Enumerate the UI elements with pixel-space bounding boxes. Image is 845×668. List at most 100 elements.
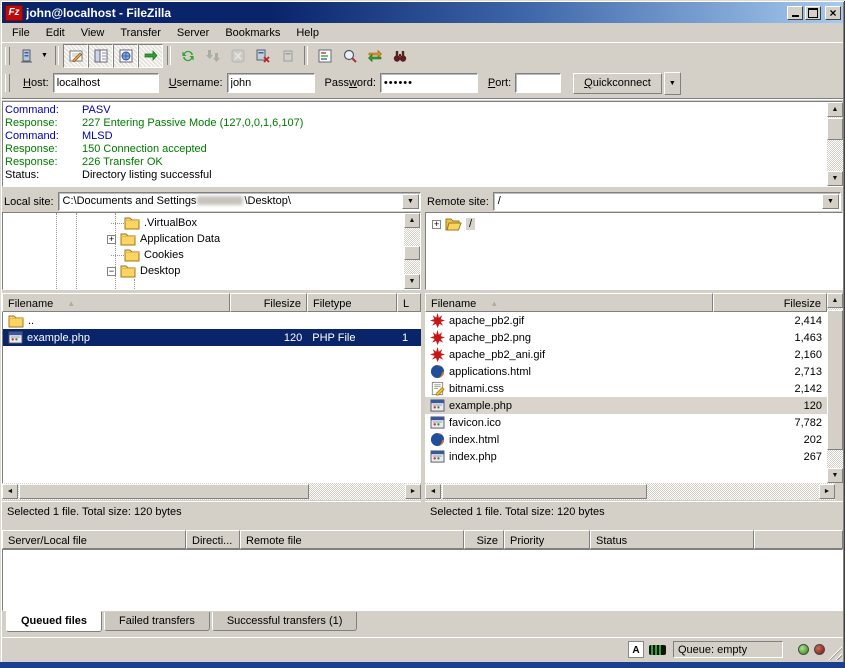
file-row[interactable]: favicon.ico 7,782 xyxy=(425,414,827,431)
file-row[interactable]: index.html 202 xyxy=(425,431,827,448)
quickconnect-dropdown[interactable]: ▼ xyxy=(664,72,681,95)
tree-item-root[interactable]: + / xyxy=(432,216,475,232)
menu-server[interactable]: Server xyxy=(169,25,217,41)
refresh-button[interactable] xyxy=(175,44,200,68)
column-header-size[interactable]: Size xyxy=(464,530,504,549)
toggle-local-tree-button[interactable] xyxy=(88,44,113,68)
file-row[interactable]: applications.html 2,713 xyxy=(425,363,827,380)
reconnect-button[interactable] xyxy=(275,44,300,68)
directory-comparison-button[interactable] xyxy=(337,44,362,68)
tab-queued-files[interactable]: Queued files xyxy=(6,611,102,632)
file-row-parent-dir[interactable]: .. xyxy=(3,312,421,329)
remote-site-combobox[interactable]: / ▼ xyxy=(493,192,841,211)
quickconnect-grip[interactable] xyxy=(5,74,10,92)
filezilla-app-icon[interactable]: Fz xyxy=(5,5,23,21)
file-size: 202 xyxy=(804,434,822,446)
remote-list-scrollbar[interactable]: ▲ ▼ xyxy=(827,293,843,483)
queue-status-text: Queue: empty xyxy=(678,644,747,656)
column-header-priority[interactable]: Priority xyxy=(504,530,590,549)
sort-ascending-icon: ▲ xyxy=(67,299,75,308)
process-queue-button[interactable] xyxy=(200,44,225,68)
column-header-filename[interactable]: Filename▲ xyxy=(425,293,713,312)
scroll-left-icon[interactable]: ◄ xyxy=(425,484,441,499)
scroll-right-icon[interactable]: ► xyxy=(819,484,835,499)
tree-item-cookies[interactable]: Cookies xyxy=(111,247,184,263)
tree-item-virtualbox[interactable]: .VirtualBox xyxy=(111,215,197,231)
speed-limits-icon[interactable] xyxy=(649,645,666,655)
username-input[interactable] xyxy=(227,73,315,93)
port-input[interactable] xyxy=(515,73,561,93)
menu-edit[interactable]: Edit xyxy=(38,25,73,41)
scroll-right-icon[interactable]: ► xyxy=(405,484,421,499)
remote-hscrollbar-thumb[interactable] xyxy=(442,484,647,499)
file-row[interactable]: bitnami.css 2,142 xyxy=(425,380,827,397)
column-header-filetype[interactable]: Filetype xyxy=(307,293,397,312)
title-bar[interactable]: Fz john@localhost - FileZilla × xyxy=(2,2,843,23)
chevron-down-icon[interactable]: ▼ xyxy=(822,194,839,209)
tab-failed-transfers[interactable]: Failed transfers xyxy=(104,612,210,631)
log-scrollbar-thumb[interactable] xyxy=(827,118,843,140)
find-files-button[interactable] xyxy=(387,44,412,68)
toggle-remote-tree-button[interactable] xyxy=(113,44,138,68)
column-header-filesize[interactable]: Filesize xyxy=(230,293,307,312)
menu-transfer[interactable]: Transfer xyxy=(112,25,169,41)
scroll-up-icon[interactable]: ▲ xyxy=(404,213,420,228)
scroll-up-icon[interactable]: ▲ xyxy=(827,102,843,117)
column-header-filesize[interactable]: Filesize xyxy=(713,293,827,312)
file-row-example-php[interactable]: example.php 120 PHP File 1 xyxy=(3,329,421,346)
minimize-button[interactable] xyxy=(787,6,803,20)
column-header-filename[interactable]: Filename▲ xyxy=(2,293,230,312)
disconnect-button[interactable] xyxy=(250,44,275,68)
tree-item-desktop[interactable]: − Desktop xyxy=(107,263,180,279)
file-row[interactable]: apache_pb2.gif 2,414 xyxy=(425,312,827,329)
file-row[interactable]: apache_pb2_ani.gif 2,160 xyxy=(425,346,827,363)
directory-filters-button[interactable] xyxy=(312,44,337,68)
remote-list-hscrollbar[interactable]: ◄ ► xyxy=(425,483,835,500)
menu-bookmarks[interactable]: Bookmarks xyxy=(217,25,288,41)
file-row[interactable]: index.php 267 xyxy=(425,448,827,465)
quickconnect-button[interactable]: Quickconnect xyxy=(573,73,662,94)
column-header-last-modified[interactable]: L xyxy=(397,293,421,312)
column-header-server-local-file[interactable]: Server/Local file xyxy=(2,530,186,549)
menu-help[interactable]: Help xyxy=(288,25,327,41)
transfer-queue-list[interactable] xyxy=(2,549,843,611)
remote-list-scrollbar-thumb[interactable] xyxy=(827,310,843,450)
local-tree-scrollbar-thumb[interactable] xyxy=(404,246,420,260)
local-hscrollbar-thumb[interactable] xyxy=(19,484,309,499)
toggle-transfer-queue-button[interactable] xyxy=(138,44,163,68)
scroll-down-icon[interactable]: ▼ xyxy=(404,274,420,289)
chevron-down-icon[interactable]: ▼ xyxy=(402,194,419,209)
column-header-status[interactable]: Status xyxy=(590,530,754,549)
file-row[interactable]: apache_pb2.png 1,463 xyxy=(425,329,827,346)
column-header-direction[interactable]: Directi... xyxy=(186,530,240,549)
password-input[interactable] xyxy=(380,73,478,93)
column-header-remote-file[interactable]: Remote file xyxy=(240,530,464,549)
local-site-combobox[interactable]: C:\Documents and Settings\Desktop\ ▼ xyxy=(58,192,421,211)
scroll-up-icon[interactable]: ▲ xyxy=(827,293,843,308)
close-button[interactable]: × xyxy=(825,6,841,20)
tree-expand-icon[interactable]: + xyxy=(432,220,441,229)
local-list-hscrollbar[interactable]: ◄ ► xyxy=(2,483,421,500)
menu-view[interactable]: View xyxy=(73,25,113,41)
file-row-example-php[interactable]: example.php 120 xyxy=(425,397,827,414)
toggle-message-log-button[interactable] xyxy=(63,44,88,68)
menu-file[interactable]: File xyxy=(4,25,38,41)
log-scrollbar[interactable]: ▲ ▼ xyxy=(827,102,843,186)
cancel-operation-button[interactable] xyxy=(225,44,250,68)
tab-successful-transfers[interactable]: Successful transfers (1) xyxy=(212,612,358,631)
tree-item-application-data[interactable]: + Application Data xyxy=(107,231,220,247)
site-manager-dropdown[interactable]: ▼ xyxy=(38,45,51,67)
scroll-down-icon[interactable]: ▼ xyxy=(827,468,843,483)
scroll-down-icon[interactable]: ▼ xyxy=(827,171,843,186)
tree-collapse-icon[interactable]: − xyxy=(107,267,116,276)
scroll-left-icon[interactable]: ◄ xyxy=(2,484,18,499)
username-label: Username: xyxy=(169,77,223,89)
site-manager-button[interactable] xyxy=(13,44,38,68)
toolbar-grip[interactable] xyxy=(5,47,10,65)
host-input[interactable] xyxy=(53,73,159,93)
local-tree-scrollbar[interactable]: ▲ ▼ xyxy=(404,213,420,289)
tree-expand-icon[interactable]: + xyxy=(107,235,116,244)
synchronized-browsing-button[interactable] xyxy=(362,44,387,68)
file-size: 267 xyxy=(804,451,822,463)
maximize-button[interactable] xyxy=(805,6,821,20)
